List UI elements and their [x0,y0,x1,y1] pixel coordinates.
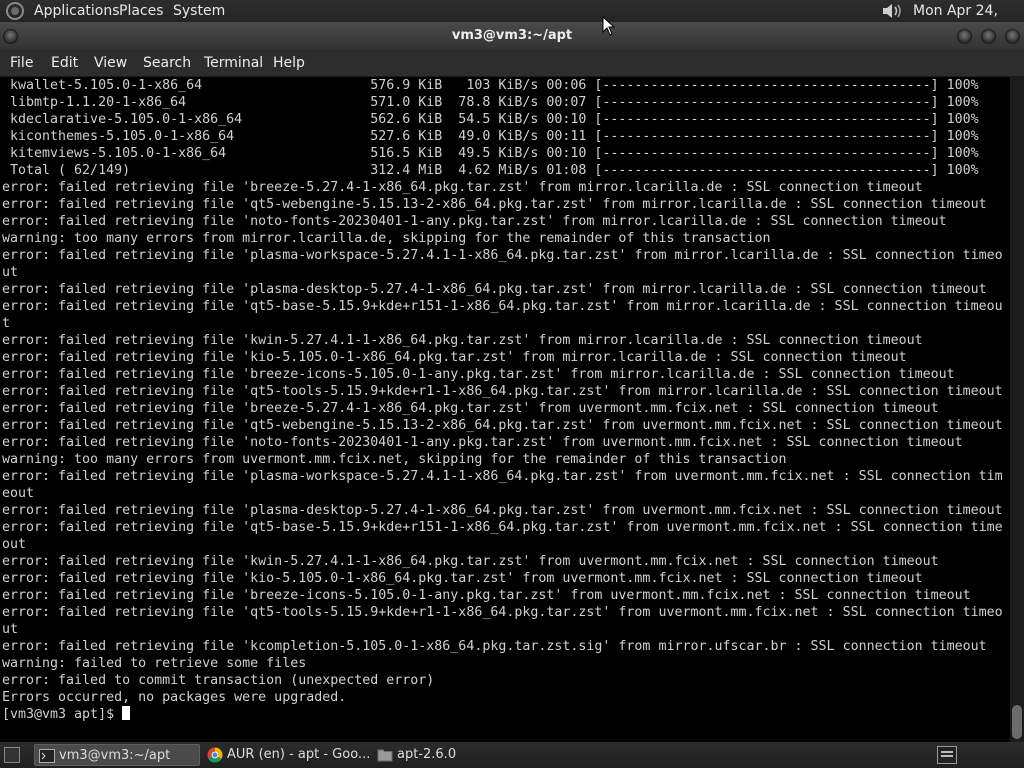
window-title: vm3@vm3:~/apt [451,28,573,43]
taskbar-item-browser[interactable]: AUR (en) - apt - Goo... [203,744,371,766]
bottom-panel: vm3@vm3:~/apt AUR (en) - apt - Goo... ap… [0,742,1024,768]
terminal-line: error: failed to commit transaction (une… [2,673,435,688]
terminal-line: error: failed retrieving file 'kwin-5.27… [2,554,939,569]
mouse-pointer-icon [602,16,616,36]
text-cursor [122,706,131,720]
terminal-line: error: failed retrieving file 'kcompleti… [2,639,987,654]
terminal-line: error: failed retrieving file 'qt5-base-… [2,520,1003,535]
terminal-line: error: failed retrieving file 'plasma-de… [2,503,1003,518]
terminal-line: t [2,316,11,331]
maximize-button[interactable] [981,29,996,44]
taskbar-item-terminal[interactable]: vm3@vm3:~/apt [34,744,200,766]
terminal-window: vm3@vm3:~/apt File Edit View Search Term… [0,22,1024,742]
terminal-line: error: failed retrieving file 'qt5-weben… [2,418,1003,433]
menu-help[interactable]: Help [273,55,305,71]
gnome-foot-logo-icon[interactable] [4,1,26,21]
terminal-line: error: failed retrieving file 'plasma-de… [2,282,987,297]
terminal-output-area[interactable]: kwallet-5.105.0-1-x86_64 576.9 KiB 103 K… [0,77,1010,742]
terminal-line: error: failed retrieving file 'breeze-ic… [2,588,971,603]
terminal-line: error: failed retrieving file 'kio-5.105… [2,350,907,365]
terminal-line: ut [2,622,19,637]
terminal-line: kdeclarative-5.105.0-1-x86_64 562.6 KiB … [2,112,979,127]
terminal-line: error: failed retrieving file 'qt5-tools… [2,605,1003,620]
terminal-line: warning: failed to retrieve some files [2,656,307,671]
terminal-line: error: failed retrieving file 'breeze-ic… [2,367,955,382]
menubar: File Edit View Search Terminal Help [0,49,1024,77]
terminal-line: error: failed retrieving file 'breeze-5.… [2,180,923,195]
workspace-switcher-icon[interactable] [937,746,957,764]
terminal-line: libmtp-1.1.20-1-x86_64 571.0 KiB 78.8 Ki… [2,95,979,110]
menu-view[interactable]: View [94,55,127,71]
places-menu[interactable]: Places [119,2,164,20]
taskbar-item-label: vm3@vm3:~/apt [59,748,171,763]
terminal-line: warning: too many errors from uvermont.m… [2,452,787,467]
menu-edit[interactable]: Edit [51,55,78,71]
applications-menu[interactable]: Applications [34,2,120,20]
show-desktop-icon[interactable] [4,747,20,763]
terminal-line: error: failed retrieving file 'breeze-5.… [2,401,939,416]
taskbar-item-files[interactable]: apt-2.6.0 [373,744,493,766]
terminal-line: error: failed retrieving file 'kwin-5.27… [2,333,923,348]
terminal-line: error: failed retrieving file 'plasma-wo… [2,248,1003,263]
terminal-line: out [2,537,27,552]
terminal-line: kiconthemes-5.105.0-1-x86_64 527.6 KiB 4… [2,129,979,144]
window-titlebar[interactable]: vm3@vm3:~/apt [0,22,1024,49]
minimize-button[interactable] [957,29,972,44]
terminal-line: error: failed retrieving file 'noto-font… [2,435,963,450]
speaker-volume-icon[interactable] [880,2,904,20]
terminal-line: error: failed retrieving file 'qt5-base-… [2,299,1003,314]
terminal-prompt: [vm3@vm3 apt]$ [2,706,1003,723]
terminal-line: error: failed retrieving file 'plasma-wo… [2,469,1003,484]
terminal-line: error: failed retrieving file 'qt5-weben… [2,197,987,212]
terminal-icon [39,749,55,763]
taskbar-item-label: AUR (en) - apt - Goo... [227,747,371,762]
taskbar-item-label: apt-2.6.0 [397,747,457,762]
terminal-line: eout [2,486,35,501]
terminal-line: ut [2,265,19,280]
close-button[interactable] [1005,29,1020,44]
scrollbar-thumb[interactable] [1012,705,1022,739]
terminal-line: kitemviews-5.105.0-1-x86_64 516.5 KiB 49… [2,146,979,161]
terminal-line: Total ( 62/149) 312.4 MiB 4.62 MiB/s 01:… [2,163,979,178]
chrome-icon [207,747,223,763]
top-panel: Applications Places System Mon Apr 24, 2… [0,0,1024,37]
system-menu[interactable]: System [173,2,225,20]
terminal-line: kwallet-5.105.0-1-x86_64 576.9 KiB 103 K… [2,78,979,93]
terminal-line: Errors occurred, no packages were upgrad… [2,690,347,705]
menu-terminal[interactable]: Terminal [204,55,263,71]
terminal-line: error: failed retrieving file 'qt5-tools… [2,384,1003,399]
menu-file[interactable]: File [10,55,33,71]
terminal-line: error: failed retrieving file 'noto-font… [2,214,947,229]
terminal-line: warning: too many errors from mirror.lca… [2,231,771,246]
terminal-scrollbar[interactable] [1010,77,1024,742]
terminal-line: error: failed retrieving file 'kio-5.105… [2,571,923,586]
menu-search[interactable]: Search [143,55,191,71]
prompt-text: [vm3@vm3 apt]$ [2,707,123,722]
folder-icon [377,749,393,762]
terminal-text: kwallet-5.105.0-1-x86_64 576.9 KiB 103 K… [2,77,1003,723]
